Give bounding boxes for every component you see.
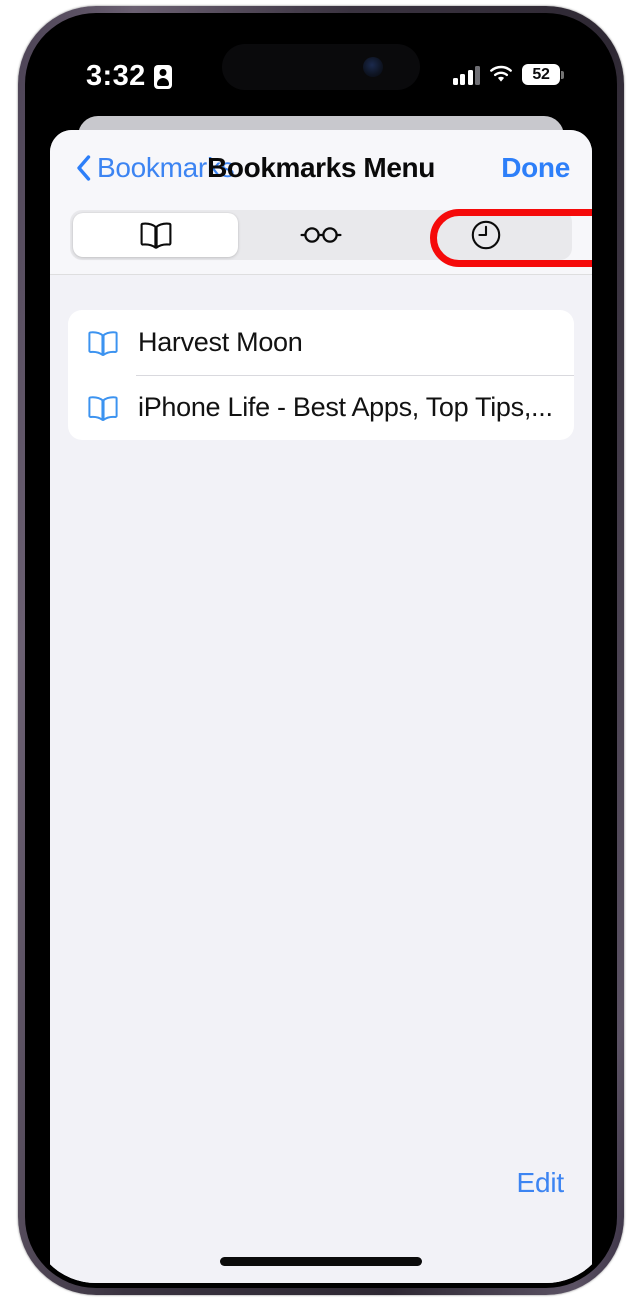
bookmarks-list: Harvest Moon iPhone Life - Best Apps, To…: [68, 310, 574, 440]
device-bezel: 3:32 52 Bookmarks Bookmarks Menu Done Ha…: [25, 13, 617, 1288]
tab-history[interactable]: [404, 213, 569, 257]
person-id-icon: [153, 64, 172, 89]
book-icon: [140, 222, 172, 249]
book-icon: [88, 330, 118, 356]
tab-bookmarks[interactable]: [73, 213, 239, 257]
status-bar-left: 3:32: [86, 62, 172, 91]
status-bar-clock: 3:32: [86, 60, 146, 92]
bookmark-title: iPhone Life - Best Apps, Top Tips,...: [138, 392, 553, 422]
segmented-control: [70, 210, 572, 260]
status-bar-right: 52: [452, 64, 564, 85]
status-bar: 3:32 52: [30, 18, 612, 110]
book-icon: [88, 395, 118, 421]
front-camera-icon: [363, 57, 383, 77]
cellular-bars-icon: [452, 65, 480, 85]
battery-percent-label: 52: [532, 65, 550, 83]
dynamic-island: [222, 44, 420, 90]
reading-glasses-icon: [300, 227, 342, 243]
bookmark-title: Harvest Moon: [138, 327, 303, 357]
battery-indicator: 52: [522, 64, 564, 85]
bottom-toolbar: Edit: [50, 1167, 592, 1227]
edit-button[interactable]: Edit: [517, 1167, 565, 1199]
tab-reading-list[interactable]: [238, 213, 403, 257]
wifi-icon: [490, 65, 512, 82]
clock-icon: [472, 220, 501, 250]
device-screen: 3:32 52 Bookmarks Bookmarks Menu Done Ha…: [30, 18, 612, 1283]
chevron-left-icon: [77, 155, 91, 181]
segmented-control-container: [50, 206, 592, 275]
done-button[interactable]: Done: [501, 152, 570, 184]
page-title: Bookmarks Menu: [207, 152, 435, 183]
list-item[interactable]: Harvest Moon: [68, 310, 574, 375]
bookmarks-content: Harvest Moon iPhone Life - Best Apps, To…: [50, 282, 592, 1283]
iphone-device-frame: 3:32 52 Bookmarks Bookmarks Menu Done Ha…: [18, 6, 624, 1295]
navigation-bar: Bookmarks Bookmarks Menu Done: [50, 130, 592, 206]
list-item[interactable]: iPhone Life - Best Apps, Top Tips,...: [68, 375, 574, 440]
bookmarks-sheet: Bookmarks Bookmarks Menu Done Harvest Mo…: [50, 130, 592, 1283]
home-indicator[interactable]: [220, 1257, 422, 1266]
